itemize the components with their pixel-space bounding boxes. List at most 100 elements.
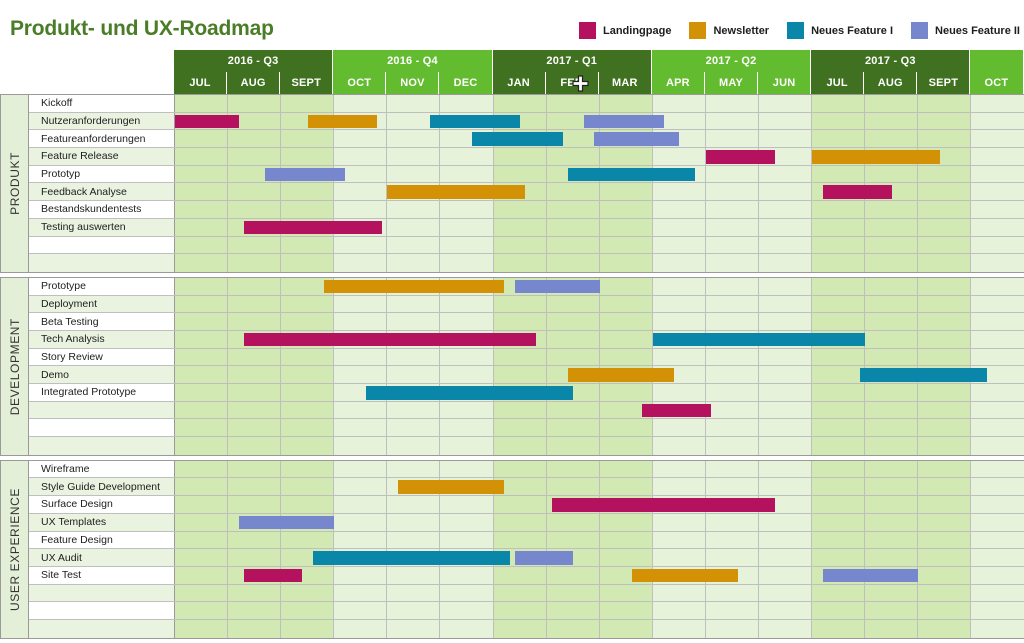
task-row[interactable]: Wireframe (29, 460, 1024, 479)
task-row[interactable]: Deployment (29, 295, 1024, 314)
gantt-bar[interactable] (244, 568, 303, 583)
task-row[interactable] (29, 419, 1024, 438)
grid-cell (865, 602, 919, 619)
task-row[interactable]: Bestandskundentests (29, 201, 1024, 219)
task-row[interactable]: Prototype (29, 277, 1024, 296)
task-row[interactable]: Demo (29, 366, 1024, 384)
gantt-bar[interactable] (387, 185, 526, 199)
task-row[interactable] (29, 437, 1024, 455)
quarter-header-cell (970, 50, 1024, 72)
task-row[interactable] (29, 236, 1024, 255)
month-header-cell[interactable]: AUG (227, 72, 281, 94)
month-header-cell[interactable]: NOV (386, 72, 440, 94)
month-header-cell[interactable]: FEB (545, 72, 599, 94)
task-row[interactable]: Nutzeranforderungen (29, 112, 1024, 131)
task-row[interactable]: Style Guide Development (29, 478, 1024, 497)
month-header-cell[interactable]: DEC (439, 72, 493, 94)
task-row-label: Bestandskundentests (29, 201, 175, 218)
task-row[interactable] (29, 619, 1024, 638)
task-row[interactable]: Prototyp (29, 165, 1024, 184)
gantt-bar[interactable] (398, 480, 505, 494)
grid-cell (334, 478, 388, 496)
gantt-bar[interactable] (307, 114, 377, 129)
task-row-label: Nutzeranforderungen (29, 112, 175, 130)
gantt-bar[interactable] (244, 332, 537, 347)
grid-cell (493, 566, 547, 584)
task-row[interactable]: Featureanforderungen (29, 130, 1024, 149)
month-header-cell[interactable]: JAN (492, 72, 546, 94)
gantt-bar[interactable] (514, 551, 574, 565)
gantt-bar[interactable] (244, 220, 383, 235)
grid-cell (759, 95, 813, 112)
gantt-bar[interactable] (472, 132, 563, 146)
month-header-cell[interactable]: JUL (174, 72, 228, 94)
month-header-cell[interactable]: JUL (811, 72, 865, 94)
month-header-cell[interactable]: APR (651, 72, 705, 94)
legend-swatch-icon (911, 22, 929, 39)
task-row[interactable]: UX Templates (29, 513, 1024, 532)
grid-cell (705, 478, 760, 496)
task-row[interactable]: Surface Design (29, 496, 1024, 514)
gantt-bar[interactable] (175, 114, 239, 129)
grid-cell (387, 236, 441, 254)
grid-cell (759, 165, 813, 183)
gantt-bar[interactable] (429, 114, 521, 129)
gantt-bar[interactable] (652, 332, 866, 347)
grid-cell (228, 496, 282, 513)
task-row[interactable]: UX Audit (29, 549, 1024, 567)
month-header-cell[interactable]: SEPT (917, 72, 971, 94)
month-header-cell[interactable]: MAY (704, 72, 759, 94)
task-row[interactable]: Kickoff (29, 95, 1024, 113)
month-header-cell[interactable]: JUN (758, 72, 812, 94)
task-row[interactable]: Beta Testing (29, 313, 1024, 331)
gantt-bar[interactable] (706, 150, 776, 164)
grid-cell (971, 602, 1024, 619)
task-row[interactable]: Story Review (29, 348, 1024, 367)
grid-cell (971, 183, 1024, 201)
grid-cell (334, 130, 388, 148)
grid-cell (865, 95, 919, 112)
task-row[interactable] (29, 584, 1024, 603)
gantt-bar[interactable] (631, 568, 738, 583)
gantt-bar[interactable] (265, 167, 345, 182)
task-row[interactable]: Feature Release (29, 148, 1024, 166)
gantt-bar[interactable] (822, 568, 919, 583)
grid-cell (493, 460, 547, 478)
task-row[interactable]: Integrated Prototype (29, 384, 1024, 402)
gantt-bar[interactable] (366, 386, 574, 400)
grid-cell (918, 566, 972, 584)
gantt-bar[interactable] (859, 368, 988, 382)
month-header-cell[interactable]: SEPT (280, 72, 334, 94)
gantt-bar[interactable] (323, 279, 505, 294)
grid-cell (652, 348, 706, 366)
month-header-cell[interactable]: MAR (598, 72, 652, 94)
grid-cell (175, 566, 229, 584)
gantt-bar[interactable] (514, 279, 600, 294)
task-row[interactable]: Site Test (29, 566, 1024, 585)
task-row[interactable]: Tech Analysis (29, 330, 1024, 349)
gantt-bar[interactable] (594, 132, 680, 146)
month-header-cell[interactable]: AUG (864, 72, 918, 94)
task-row-label: Prototyp (29, 165, 175, 183)
grid-cell (387, 460, 441, 478)
gantt-bar[interactable] (822, 185, 892, 199)
move-crosshair-cursor-icon (572, 75, 589, 92)
task-row[interactable] (29, 401, 1024, 420)
task-row[interactable] (29, 254, 1024, 272)
legend-swatch-icon (579, 22, 596, 39)
gantt-bar[interactable] (642, 403, 712, 418)
gantt-bar[interactable] (583, 114, 664, 129)
gantt-bar[interactable] (313, 551, 510, 565)
task-row[interactable]: Testing auswerten (29, 218, 1024, 237)
gantt-bar[interactable] (238, 515, 335, 530)
month-header-cell[interactable]: OCT (333, 72, 387, 94)
gantt-bar[interactable] (567, 167, 696, 182)
gantt-bar[interactable] (812, 150, 940, 164)
task-row[interactable] (29, 602, 1024, 620)
task-row[interactable]: Feedback Analyse (29, 183, 1024, 202)
task-row[interactable]: Feature Design (29, 531, 1024, 550)
gantt-bar[interactable] (567, 368, 675, 382)
gantt-bar[interactable] (552, 498, 776, 512)
grid-cell (705, 236, 760, 254)
month-header-cell[interactable]: OCT (970, 72, 1024, 94)
